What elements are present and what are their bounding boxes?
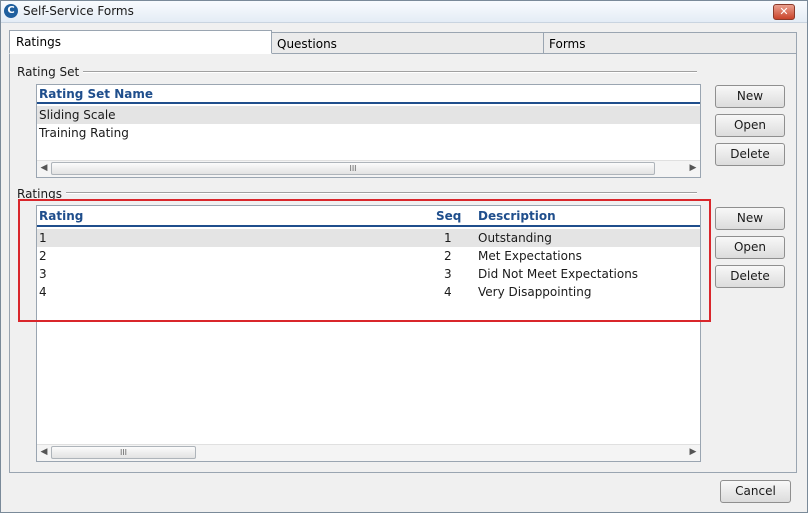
cancel-button[interactable]: Cancel bbox=[720, 480, 791, 503]
scroll-left-arrow-icon[interactable]: ◀ bbox=[37, 160, 51, 177]
scroll-left-arrow-icon[interactable]: ◀ bbox=[37, 444, 51, 461]
scroll-thumb[interactable]: III bbox=[51, 162, 655, 175]
app-logo-icon: C bbox=[4, 4, 18, 18]
group-divider bbox=[64, 192, 697, 194]
window-title: Self-Service Forms bbox=[23, 4, 134, 18]
list-item[interactable]: Sliding Scale bbox=[39, 108, 116, 122]
scroll-thumb[interactable]: III bbox=[51, 446, 196, 459]
tab-questions[interactable]: Questions bbox=[271, 32, 544, 53]
scroll-right-arrow-icon[interactable]: ▶ bbox=[686, 160, 700, 177]
ratings-open-button[interactable]: Open bbox=[715, 236, 785, 259]
close-button[interactable]: ✕ bbox=[773, 4, 795, 20]
rating-set-new-button[interactable]: New bbox=[715, 85, 785, 108]
scroll-right-arrow-icon[interactable]: ▶ bbox=[686, 444, 700, 461]
highlight-box bbox=[18, 199, 711, 322]
header-divider bbox=[37, 102, 700, 104]
column-header-rating-set-name[interactable]: Rating Set Name bbox=[39, 87, 153, 101]
tab-forms[interactable]: Forms bbox=[543, 32, 797, 53]
tab-ratings[interactable]: Ratings bbox=[9, 30, 272, 54]
group-divider bbox=[80, 71, 697, 73]
list-item-selected[interactable] bbox=[37, 106, 700, 124]
rating-set-delete-button[interactable]: Delete bbox=[715, 143, 785, 166]
group-label-rating-set: Rating Set bbox=[17, 65, 84, 79]
ratings-delete-button[interactable]: Delete bbox=[715, 265, 785, 288]
list-item[interactable]: Training Rating bbox=[39, 126, 129, 140]
rating-set-open-button[interactable]: Open bbox=[715, 114, 785, 137]
ratings-new-button[interactable]: New bbox=[715, 207, 785, 230]
